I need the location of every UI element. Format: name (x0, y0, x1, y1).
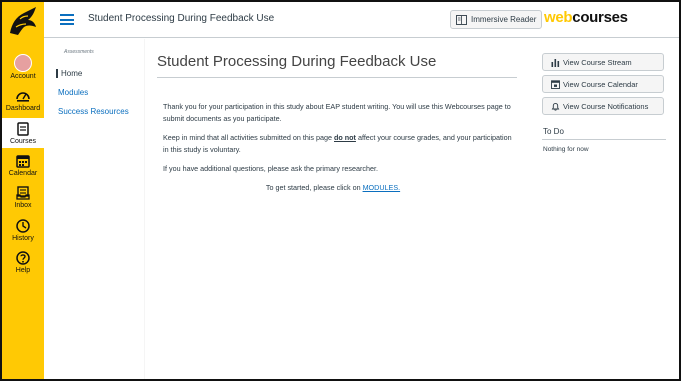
hamburger-menu-icon[interactable] (60, 14, 74, 25)
button-label: View Course Calendar (563, 80, 638, 89)
global-nav-label: Inbox (14, 202, 32, 209)
course-nav-item-success-resources[interactable]: Success Resources (58, 107, 129, 116)
global-nav-dashboard[interactable]: Dashboard (2, 88, 44, 112)
questions-paragraph: If you have additional questions, please… (163, 164, 378, 173)
disclaimer-paragraph: Keep in mind that all activities submitt… (163, 133, 512, 154)
ucf-pegasus-logo-icon[interactable] (6, 5, 40, 37)
global-nav-label: Dashboard (5, 105, 41, 112)
inbox-icon (16, 186, 30, 200)
global-nav: Account Dashboard Courses Calendar Inbox… (2, 2, 44, 379)
immersive-reader-icon (456, 15, 467, 25)
view-course-calendar-button[interactable]: View Course Calendar (542, 75, 664, 93)
global-nav-label: Courses (9, 138, 37, 145)
global-nav-label: History (12, 235, 34, 242)
global-nav-inbox[interactable]: Inbox (2, 185, 44, 209)
button-label: View Course Notifications (563, 102, 649, 111)
intro-paragraph: Thank you for your participation in this… (163, 102, 511, 123)
emphasis-text: do not (334, 133, 356, 142)
right-sidebar: View Course Stream View Course Calendar … (529, 39, 671, 379)
bell-icon (551, 102, 560, 111)
modules-link[interactable]: MODULES. (363, 183, 401, 192)
get-started-line: To get started, please click on MODULES. (265, 183, 401, 192)
global-nav-courses[interactable]: Courses (2, 118, 44, 148)
button-label: View Course Stream (563, 58, 632, 67)
help-icon (16, 251, 30, 265)
todo-heading: To Do (543, 127, 564, 136)
top-bar: Student Processing During Feedback Use I… (44, 2, 679, 38)
dashboard-icon (16, 92, 30, 102)
course-nav-item-home[interactable]: Home (56, 69, 82, 78)
global-nav-label: Account (10, 73, 36, 80)
global-nav-label: Help (15, 267, 31, 274)
calendar-icon (551, 80, 560, 89)
immersive-reader-button[interactable]: Immersive Reader (450, 10, 542, 29)
course-nav-item-modules[interactable]: Modules (58, 88, 88, 97)
title-divider (157, 77, 517, 78)
course-nav: Assessments Home Modules Success Resourc… (44, 39, 144, 379)
global-nav-label: Calendar (8, 170, 38, 177)
webcourses-logo: webcourses (544, 9, 628, 26)
history-icon (16, 219, 30, 233)
calendar-icon (16, 155, 30, 168)
view-course-stream-button[interactable]: View Course Stream (542, 53, 664, 71)
account-avatar-icon (14, 54, 32, 72)
immersive-reader-label: Immersive Reader (471, 15, 537, 24)
main-content: Student Processing During Feedback Use T… (145, 39, 529, 379)
global-nav-calendar[interactable]: Calendar (2, 153, 44, 177)
view-course-notifications-button[interactable]: View Course Notifications (542, 97, 664, 115)
todo-empty-text: Nothing for now (543, 146, 589, 153)
global-nav-account[interactable]: Account (2, 54, 44, 80)
bar-chart-icon (551, 59, 560, 67)
course-nav-subtitle: Assessments (64, 49, 94, 55)
global-nav-history[interactable]: History (2, 218, 44, 242)
app-window: Account Dashboard Courses Calendar Inbox… (0, 0, 681, 381)
breadcrumb[interactable]: Student Processing During Feedback Use (88, 13, 274, 24)
page-title: Student Processing During Feedback Use (157, 53, 437, 70)
todo-divider (542, 139, 666, 140)
courses-icon (17, 122, 29, 136)
global-nav-help[interactable]: Help (2, 250, 44, 274)
